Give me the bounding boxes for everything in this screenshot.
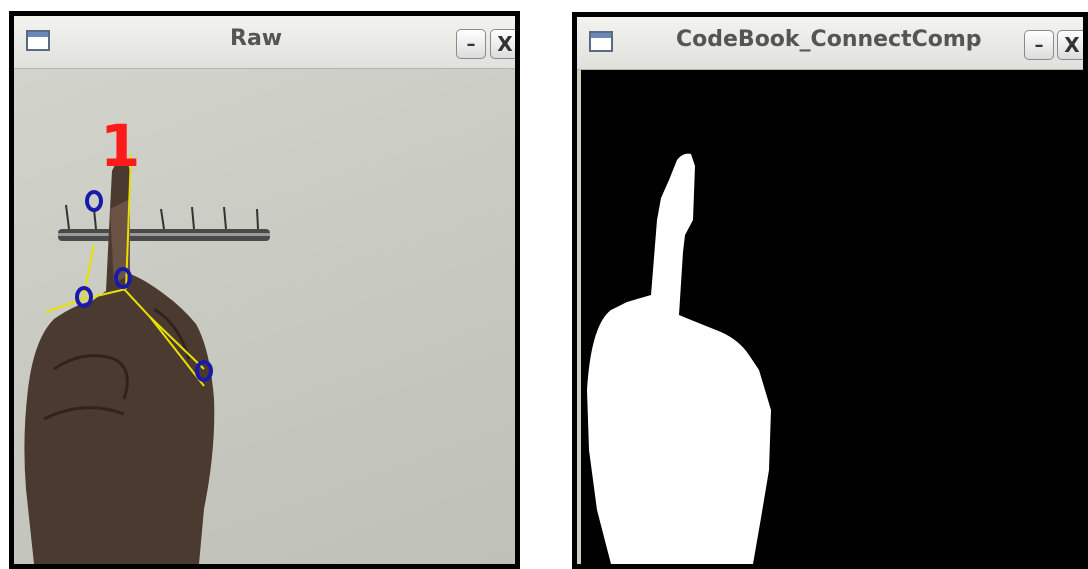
connectcomp-window: CodeBook_ConnectComp – X <box>577 17 1083 564</box>
close-button[interactable]: X <box>490 29 515 59</box>
raw-frame-image <box>24 153 270 564</box>
raw-window-frame: Raw – X 1 <box>9 11 520 569</box>
connectcomp-window-frame: CodeBook_ConnectComp – X <box>572 12 1088 569</box>
foreground-mask-image <box>587 153 771 564</box>
window-icon[interactable] <box>589 31 613 52</box>
window-title: CodeBook_ConnectComp <box>676 27 982 52</box>
window-title: Raw <box>230 26 283 51</box>
connectcomp-titlebar[interactable]: CodeBook_ConnectComp – X <box>577 17 1083 70</box>
connectcomp-mask-view <box>581 70 1083 564</box>
defect-point-marker <box>85 190 103 212</box>
window-icon[interactable] <box>26 30 50 51</box>
minimize-button[interactable]: – <box>1024 30 1054 60</box>
close-button[interactable]: X <box>1057 30 1083 60</box>
hand-mask-blob <box>587 153 771 564</box>
raw-camera-view: 1 <box>14 69 515 564</box>
raw-window: Raw – X 1 <box>14 16 515 564</box>
raw-titlebar[interactable]: Raw – X <box>14 16 515 69</box>
minimize-button[interactable]: – <box>456 29 486 59</box>
finger-count-label: 1 <box>100 112 141 180</box>
